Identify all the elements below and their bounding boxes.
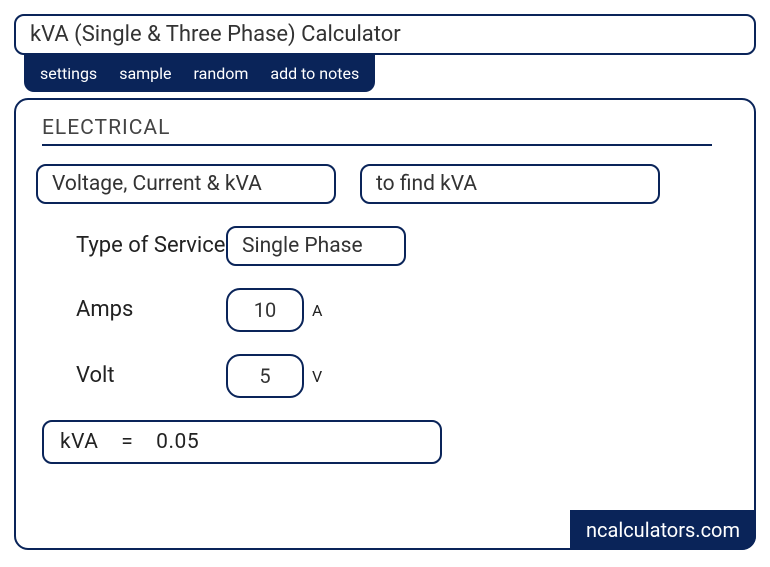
result-eq: =	[121, 430, 133, 454]
calculator-panel: ELECTRICAL Voltage, Current & kVA to fin…	[14, 98, 756, 550]
select-quantity[interactable]: Voltage, Current & kVA	[36, 164, 336, 204]
tab-random[interactable]: random	[194, 64, 249, 83]
volt-unit: V	[312, 367, 322, 386]
tabs-bar: settings sample random add to notes	[24, 55, 375, 92]
amps-input[interactable]: 10	[226, 288, 304, 332]
page-title: kVA (Single & Three Phase) Calculator	[14, 14, 756, 55]
result-label: kVA	[60, 430, 98, 454]
volt-label: Volt	[76, 362, 226, 390]
volt-input[interactable]: 5	[226, 354, 304, 398]
section-title: ELECTRICAL	[42, 116, 712, 146]
result-value: 0.05	[156, 430, 199, 454]
tab-settings[interactable]: settings	[40, 64, 97, 83]
amps-unit: A	[312, 301, 322, 320]
service-type-label: Type of Service	[76, 232, 226, 260]
amps-label: Amps	[76, 296, 226, 324]
tab-add-to-notes[interactable]: add to notes	[270, 64, 359, 83]
tab-sample[interactable]: sample	[119, 64, 171, 83]
select-target[interactable]: to find kVA	[360, 164, 660, 204]
result-box: kVA = 0.05	[42, 420, 442, 464]
service-type-select[interactable]: Single Phase	[226, 226, 406, 266]
brand-badge: ncalculators.com	[570, 510, 756, 550]
